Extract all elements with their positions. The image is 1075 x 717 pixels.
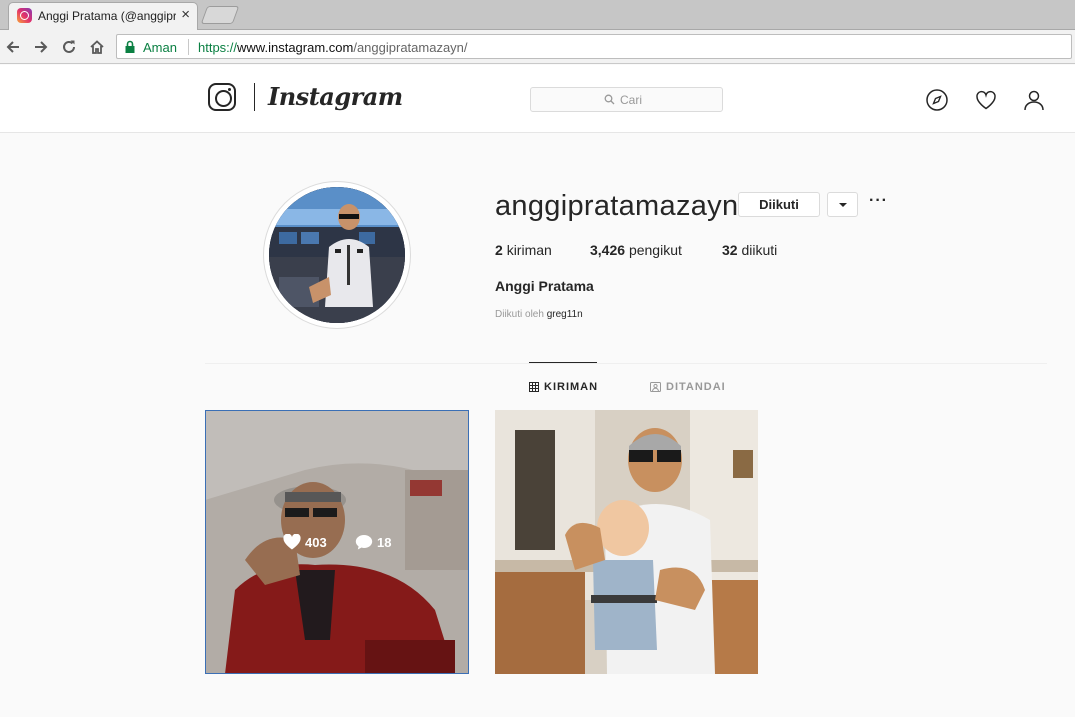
back-arrow-icon [6,41,19,53]
search-placeholder: Cari [620,93,643,107]
following-count-value: 32 [722,242,738,258]
post-photo [495,410,758,674]
followed-by-user[interactable]: greg11n [547,309,583,320]
search-icon [604,94,615,105]
following-count[interactable]: 32 diikuti [722,242,777,258]
comment-filled-icon [355,535,373,550]
heart-icon[interactable] [974,88,998,112]
post-thumbnail[interactable] [495,410,758,674]
forward-arrow-icon [35,41,48,53]
url-scheme: https:// [198,40,238,55]
secure-label: Aman [143,40,177,55]
posts-count-value: 2 [495,242,503,258]
profile-avatar[interactable] [269,187,405,323]
tab-tagged[interactable]: DITANDAI [650,381,726,393]
tab-title: Anggi Pratama (@anggipratamazayn) [38,9,176,23]
profile-icon[interactable] [1022,88,1046,112]
post-comments-count: 18 [377,534,392,550]
url-path: /anggipratamazayn/ [353,40,468,55]
followers-count-value: 3,426 [590,242,626,258]
home-icon [90,40,104,54]
lock-icon [125,40,135,53]
address-bar[interactable]: Aman https://www.instagram.com/anggiprat… [116,34,1072,59]
home-button[interactable] [86,36,108,58]
new-tab-button[interactable] [200,6,240,24]
more-options-icon[interactable]: ··· [869,193,891,214]
post-comments: 18 [355,534,391,550]
followed-by-prefix: Diikuti oleh [495,309,544,320]
tab-posts-label: KIRIMAN [544,381,599,393]
tab-tagged-label: DITANDAI [666,381,726,393]
heart-filled-icon [283,534,301,550]
post-hover-overlay [205,410,469,674]
browser-toolbar: Aman https://www.instagram.com/anggiprat… [0,30,1075,64]
browser-tab[interactable]: Anggi Pratama (@anggipratamazayn) × [8,2,198,30]
active-tab-indicator [529,362,597,363]
compass-icon[interactable] [925,88,949,112]
logo-divider [254,83,255,111]
tabs-divider [205,363,1047,364]
browser-tab-strip: Anggi Pratama (@anggipratamazayn) × [0,0,1075,30]
back-button[interactable] [2,36,24,58]
url-text: https://www.instagram.com/anggipratamaza… [198,40,468,55]
post-likes-count: 403 [305,534,327,550]
profile-avatar-ring [263,181,411,329]
reload-button[interactable] [58,36,80,58]
grid-icon [529,382,539,392]
posts-count-label: kiriman [506,242,552,258]
tab-posts[interactable]: KIRIMAN [529,381,598,393]
instagram-favicon-icon [17,8,32,23]
post-likes: 403 [283,534,327,550]
following-count-label: diikuti [741,242,778,258]
instagram-header: Instagram Cari [0,65,1075,133]
tab-close-icon[interactable]: × [181,6,190,23]
forward-button[interactable] [30,36,52,58]
reload-icon [63,40,75,53]
profile-username: anggipratamazayn [495,190,739,222]
followers-count[interactable]: 3,426 pengikut [590,242,682,258]
url-host: www.instagram.com [237,40,354,55]
followed-by-text[interactable]: Diikuti oleh greg11n [495,309,583,320]
suggestions-dropdown-button[interactable] [827,192,858,217]
instagram-wordmark[interactable]: Instagram [268,82,403,111]
search-input[interactable]: Cari [530,87,723,112]
following-button[interactable]: Diikuti [738,192,820,217]
post-thumbnail[interactable]: 403 18 [205,410,469,674]
instagram-camera-icon[interactable] [208,83,236,111]
followers-count-label: pengikut [628,242,682,258]
profile-full-name: Anggi Pratama [495,278,594,294]
posts-count: 2 kiriman [495,242,552,258]
address-separator [188,39,189,55]
tagged-icon [650,382,661,392]
